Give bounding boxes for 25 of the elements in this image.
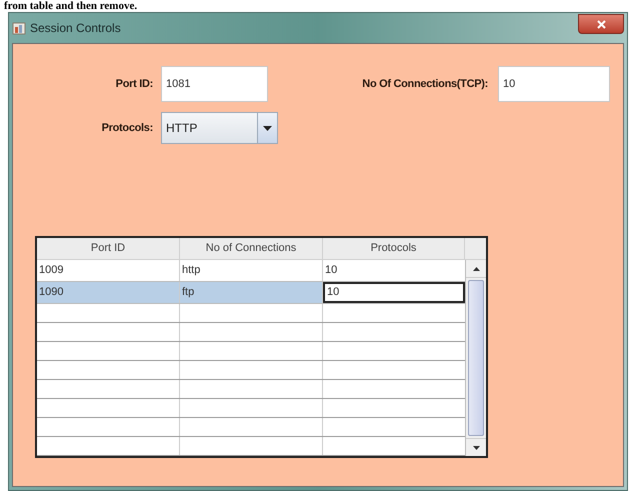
port-id-field[interactable]: 1081 [161, 66, 268, 102]
vertical-scrollbar[interactable] [465, 260, 486, 456]
table-row[interactable]: 1009 http 10 [37, 260, 465, 282]
caption-text: from table and then remove. [4, 0, 138, 12]
column-header[interactable]: No of Connections [180, 238, 323, 259]
table-row[interactable]: 1090 ftp 10 [37, 282, 465, 304]
table-cell: 1090 [37, 282, 180, 303]
table-cell: http [180, 260, 323, 281]
field-label: Protocols: [100, 120, 154, 136]
close-icon [596, 20, 606, 28]
table-cell: 1009 [37, 260, 180, 281]
close-button[interactable] [578, 14, 624, 34]
caret-icon [263, 126, 272, 130]
scroll-down-icon [472, 446, 480, 450]
table-cell: 10 [323, 282, 465, 303]
app-icon [12, 21, 26, 35]
protocol-dropdown[interactable]: HTTP [161, 112, 278, 144]
field-label: No Of Connections(TCP): [361, 76, 489, 92]
column-header[interactable]: Protocols [323, 238, 465, 259]
scroll-up-icon [472, 266, 480, 270]
field-label: Port ID: [114, 76, 154, 92]
window-title: Session Controls [30, 20, 121, 37]
connections-field[interactable]: 10 [498, 66, 610, 102]
table-cell-text: 10 [324, 263, 338, 278]
column-header[interactable]: Port ID [37, 238, 180, 259]
